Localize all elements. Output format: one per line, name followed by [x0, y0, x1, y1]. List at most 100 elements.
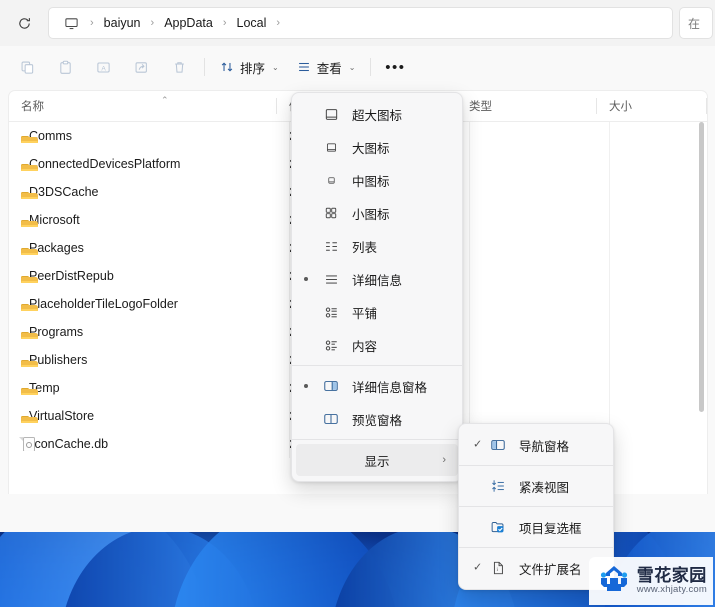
- menu-divider: [292, 365, 462, 366]
- file-name-cell[interactable]: IconCache.db: [9, 437, 277, 451]
- menu-item-details-pane[interactable]: 详细信息窗格: [296, 370, 458, 402]
- paste-icon[interactable]: [46, 52, 84, 82]
- sort-ascending-indicator: ⌃: [161, 95, 169, 105]
- column-header-size[interactable]: 大小: [597, 91, 707, 121]
- column-header-name[interactable]: 名称 ⌃: [9, 91, 277, 121]
- menu-item-large-icons[interactable]: 大图标: [296, 131, 458, 163]
- breadcrumb-item-baiyun[interactable]: baiyun: [101, 14, 144, 32]
- content-view-icon: [322, 336, 340, 354]
- file-name-cell[interactable]: Packages: [9, 241, 277, 255]
- view-menu-items: 超大图标大图标中图标小图标列表详细信息平铺内容: [292, 98, 462, 361]
- file-name-label: ConnectedDevicesPlatform: [29, 157, 181, 171]
- menu-divider: [292, 439, 462, 440]
- this-pc-icon[interactable]: [59, 12, 83, 34]
- watermark-name: 雪花家园: [636, 566, 707, 586]
- file-name-cell[interactable]: ConnectedDevicesPlatform: [9, 157, 277, 171]
- menu-item-item-checkboxes[interactable]: 项目复选框: [463, 511, 609, 543]
- sort-icon: [220, 60, 234, 74]
- menu-item-label: 平铺: [352, 306, 378, 321]
- breadcrumb[interactable]: › baiyun › AppData › Local ›: [48, 7, 673, 39]
- checkmark-icon: ✓: [473, 561, 483, 574]
- file-name-cell[interactable]: Microsoft: [9, 213, 277, 227]
- view-label: 查看: [316, 61, 342, 76]
- menu-item-label: 文件扩展名: [519, 562, 582, 577]
- large-icons-icon: [322, 138, 340, 156]
- vertical-scrollbar[interactable]: [697, 122, 706, 493]
- menu-item-preview-pane[interactable]: 预览窗格: [296, 403, 458, 435]
- small-icons-icon: [322, 204, 340, 222]
- rename-icon[interactable]: A: [84, 52, 122, 82]
- navigation-pane-icon: [489, 436, 507, 454]
- file-name-cell[interactable]: PeerDistRepub: [9, 269, 277, 283]
- menu-item-compact-view[interactable]: 紧凑视图: [463, 470, 609, 502]
- menu-item-content-view[interactable]: 内容: [296, 329, 458, 361]
- menu-item-label: 小图标: [352, 207, 390, 222]
- checkmark-icon: ✓: [473, 438, 483, 451]
- menu-item-show[interactable]: 显示 ›: [296, 444, 458, 476]
- menu-item-label: 预览窗格: [352, 413, 403, 428]
- menu-item-label: 列表: [352, 240, 378, 255]
- menu-item-label: 大图标: [352, 141, 390, 156]
- refresh-icon[interactable]: [8, 7, 40, 39]
- menu-item-navigation-pane[interactable]: ✓ 导航窗格: [463, 429, 609, 461]
- view-button[interactable]: 查看 ⌄: [288, 52, 365, 82]
- file-name-cell[interactable]: Comms: [9, 129, 277, 143]
- menu-item-label: 项目复选框: [519, 521, 582, 536]
- column-grid-line: [289, 122, 290, 458]
- file-name-cell[interactable]: Publishers: [9, 353, 277, 367]
- breadcrumb-item-local[interactable]: Local: [234, 14, 270, 32]
- menu-divider: [459, 547, 613, 548]
- share-icon[interactable]: [122, 52, 160, 82]
- file-name-cell[interactable]: Temp: [9, 381, 277, 395]
- sort-button[interactable]: 排序 ⌄: [211, 52, 288, 82]
- file-name-label: PeerDistRepub: [29, 269, 114, 283]
- file-name-cell[interactable]: D3DSCache: [9, 185, 277, 199]
- column-header-type-label: 类型: [469, 101, 492, 113]
- search-box-partial[interactable]: 在: [679, 7, 713, 39]
- breadcrumb-separator: ›: [90, 16, 94, 29]
- view-menu-pane-items: 详细信息窗格预览窗格: [292, 370, 462, 435]
- view-list-icon: [297, 60, 311, 74]
- menu-item-tiles-view[interactable]: 平铺: [296, 296, 458, 328]
- watermark-text: 雪花家园 www.xhjaty.com: [637, 567, 707, 595]
- file-name-cell[interactable]: Programs: [9, 325, 277, 339]
- file-name-label: IconCache.db: [31, 437, 109, 451]
- menu-item-extra-large-icons[interactable]: 超大图标: [296, 98, 458, 130]
- address-bar: › baiyun › AppData › Local › 在: [0, 0, 715, 46]
- menu-item-medium-icons[interactable]: 中图标: [296, 164, 458, 196]
- medium-icons-icon: [322, 171, 340, 189]
- watermark-url: www.xhjaty.com: [636, 583, 707, 595]
- selected-bullet-indicator: [304, 384, 308, 388]
- menu-item-file-extensions[interactable]: ✓ i 文件扩展名: [463, 552, 609, 584]
- column-header-type[interactable]: 类型: [457, 91, 597, 121]
- file-name-cell[interactable]: PlaceholderTileLogoFolder: [9, 297, 277, 311]
- menu-item-small-icons[interactable]: 小图标: [296, 197, 458, 229]
- column-header-size-label: 大小: [609, 101, 632, 113]
- details-view-icon: [322, 270, 340, 288]
- menu-item-label: 中图标: [352, 174, 390, 189]
- more-options-button[interactable]: •••: [377, 52, 413, 82]
- chevron-right-icon: ›: [442, 454, 446, 466]
- menu-item-label: 导航窗格: [519, 439, 570, 454]
- menu-item-details-view[interactable]: 详细信息: [296, 263, 458, 295]
- command-toolbar: A 排序 ⌄ 查看 ⌄ •••: [0, 46, 715, 88]
- details-pane-icon: [322, 377, 340, 395]
- chevron-down-icon: ⌄: [272, 62, 279, 72]
- menu-item-list-view[interactable]: 列表: [296, 230, 458, 262]
- file-name-label: D3DSCache: [29, 185, 99, 199]
- extra-large-icons-icon: [322, 105, 340, 123]
- list-view-icon: [322, 237, 340, 255]
- delete-icon[interactable]: [160, 52, 198, 82]
- menu-item-label: 详细信息: [352, 273, 403, 288]
- selected-bullet-indicator: [304, 277, 308, 281]
- compact-view-icon: [489, 477, 507, 495]
- scrollbar-thumb[interactable]: [699, 122, 704, 412]
- preview-pane-icon: [322, 410, 340, 428]
- item-checkboxes-icon: [489, 518, 507, 536]
- column-grid-line: [469, 122, 470, 458]
- copy-icon[interactable]: [8, 52, 46, 82]
- breadcrumb-item-appdata[interactable]: AppData: [161, 14, 216, 32]
- file-name-cell[interactable]: VirtualStore: [9, 409, 277, 423]
- menu-item-show-label: 显示: [364, 454, 390, 469]
- breadcrumb-separator: ›: [222, 16, 227, 29]
